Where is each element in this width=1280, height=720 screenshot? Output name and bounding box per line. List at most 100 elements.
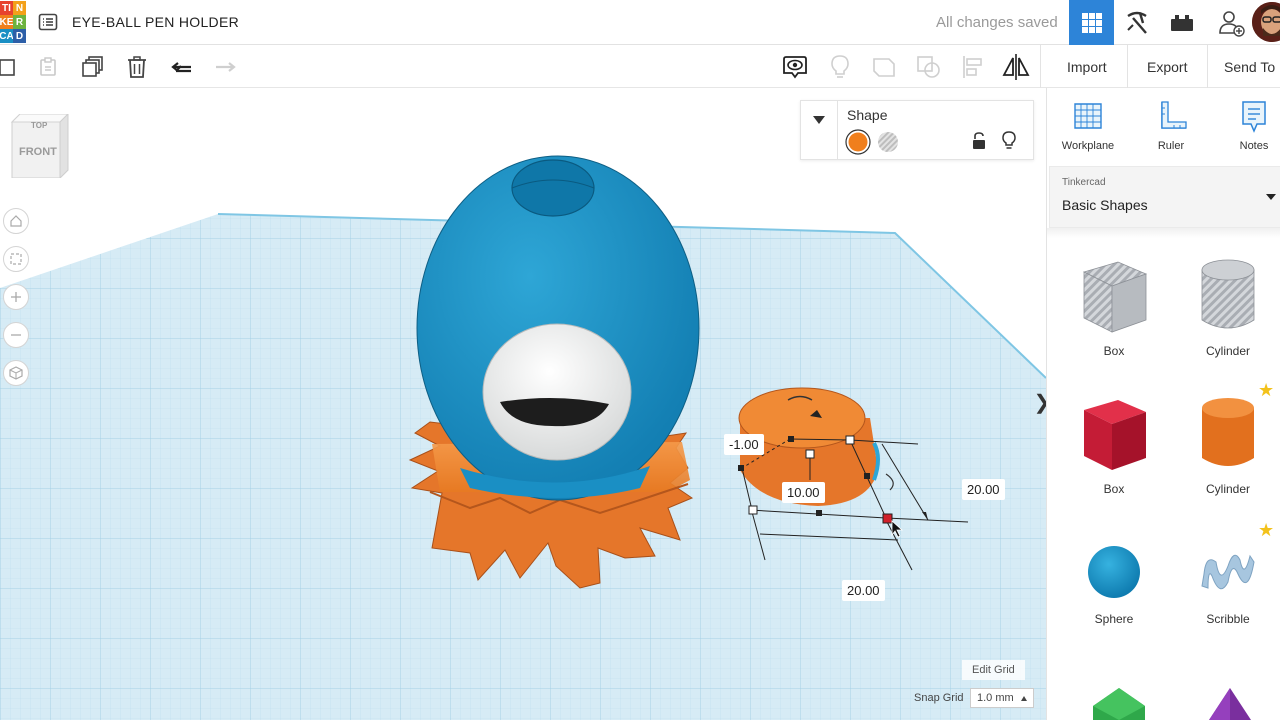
- save-status: All changes saved: [936, 14, 1058, 31]
- workplane-scene[interactable]: [0, 88, 1046, 720]
- favorite-star-icon[interactable]: ★: [1258, 380, 1274, 401]
- part-label: Cylinder: [1205, 344, 1250, 358]
- notes-icon: [1242, 101, 1266, 133]
- lock-icon[interactable]: [971, 131, 987, 151]
- mirror-icon[interactable]: [1001, 52, 1031, 82]
- hole-box-icon: [1082, 261, 1148, 333]
- elevation-dimension[interactable]: -1.00: [724, 434, 764, 455]
- collapse-panel-chevron-icon[interactable]: ❯: [1034, 384, 1046, 420]
- logo-cell: TI: [0, 1, 13, 15]
- scribble-icon: [1201, 554, 1255, 590]
- white-eye-shape[interactable]: [482, 323, 632, 461]
- edit-toolbar: Import Export Send To: [0, 45, 1280, 88]
- design-viewport[interactable]: TOP FRONT Shape -1.00 10.00 20.00 20.00 …: [0, 88, 1046, 720]
- show-hide-icon[interactable]: [780, 52, 810, 82]
- notes-label: Notes: [1239, 140, 1269, 152]
- import-button[interactable]: Import: [1067, 45, 1107, 88]
- copy-icon[interactable]: [0, 52, 22, 82]
- library-provider: Tinkercad: [1062, 177, 1106, 188]
- duplicate-icon[interactable]: [78, 52, 108, 82]
- caret-up-icon: [1021, 696, 1027, 701]
- paste-icon[interactable]: [33, 52, 63, 82]
- part-label: Cylinder: [1205, 482, 1250, 496]
- pyramid-shape-icon[interactable]: [1205, 686, 1255, 720]
- align-icon[interactable]: [958, 52, 988, 82]
- hole-button[interactable]: [877, 131, 899, 153]
- top-bar: TI N KE R CA D EYE-BALL PEN HOLDER All c…: [0, 0, 1280, 45]
- ruler-button[interactable]: Ruler: [1136, 100, 1206, 152]
- delete-icon[interactable]: [122, 52, 152, 82]
- workplane-label: Workplane: [1061, 140, 1115, 152]
- snap-grid-select[interactable]: 1.0 mm: [970, 688, 1034, 708]
- fit-view-icon[interactable]: [3, 246, 29, 272]
- shape-inspector: Shape: [800, 100, 1034, 160]
- notes-button[interactable]: Notes: [1219, 100, 1280, 152]
- toolbar-divider: [1207, 45, 1208, 88]
- hole-cylinder-icon: [1201, 259, 1255, 329]
- favorite-star-icon[interactable]: ★: [1258, 520, 1274, 541]
- lightbulb-icon[interactable]: [825, 52, 855, 82]
- logo-cell: D: [13, 29, 26, 43]
- snap-grid-value: 1.0 mm: [977, 692, 1014, 704]
- add-user-icon[interactable]: [1208, 0, 1253, 45]
- part-cylinder[interactable]: Cylinder: [1183, 394, 1273, 496]
- shape-inspector-title: Shape: [847, 107, 888, 123]
- redo-icon[interactable]: [210, 52, 240, 82]
- workplane-button[interactable]: Workplane: [1053, 100, 1123, 152]
- edit-grid-button[interactable]: Edit Grid: [962, 660, 1025, 680]
- part-sphere[interactable]: Sphere: [1069, 540, 1159, 626]
- cylinder-icon: [1202, 398, 1254, 466]
- logo-cell: CA: [0, 29, 14, 43]
- group-icon[interactable]: [869, 52, 899, 82]
- view-cube[interactable]: TOP FRONT: [10, 112, 70, 180]
- panel-shadow: [1047, 228, 1280, 238]
- document-title[interactable]: EYE-BALL PEN HOLDER: [72, 14, 239, 30]
- send-to-button[interactable]: Send To: [1224, 45, 1275, 88]
- part-scribble[interactable]: Scribble: [1183, 540, 1273, 626]
- 3d-design-grid-icon[interactable]: [1069, 0, 1114, 45]
- undo-icon[interactable]: [167, 52, 197, 82]
- export-button[interactable]: Export: [1147, 45, 1187, 88]
- lightbulb-icon[interactable]: [1001, 130, 1017, 152]
- part-label: Scribble: [1206, 612, 1250, 626]
- roof-shape-icon[interactable]: [1089, 686, 1149, 720]
- zoom-out-icon[interactable]: [3, 322, 29, 348]
- ungroup-icon[interactable]: [914, 52, 944, 82]
- ruler-label: Ruler: [1157, 140, 1185, 152]
- shape-library-select[interactable]: Tinkercad Basic Shapes: [1049, 166, 1280, 228]
- design-list-icon[interactable]: [38, 12, 58, 32]
- logo-cell: R: [13, 15, 26, 29]
- part-box-hole[interactable]: Box: [1069, 256, 1159, 358]
- part-cylinder-hole[interactable]: Cylinder: [1183, 256, 1273, 358]
- avatar[interactable]: [1252, 2, 1280, 42]
- codeblocks-pickaxe-icon[interactable]: [1114, 0, 1159, 45]
- library-name: Basic Shapes: [1062, 197, 1148, 213]
- zoom-in-icon[interactable]: [3, 284, 29, 310]
- view-cube-front-label[interactable]: FRONT: [19, 146, 57, 158]
- length-dimension[interactable]: 20.00: [842, 580, 885, 601]
- home-view-icon[interactable]: [3, 208, 29, 234]
- logo-cell: KE: [0, 15, 14, 29]
- part-label: Box: [1103, 482, 1125, 496]
- perspective-icon[interactable]: [3, 360, 29, 386]
- shapes-panel: Workplane Ruler Notes Tinkercad Basic Sh…: [1046, 88, 1280, 720]
- collapse-caret-icon[interactable]: [812, 115, 826, 125]
- part-label: Box: [1103, 344, 1125, 358]
- chevron-down-icon: [1266, 194, 1276, 200]
- sphere-icon: [1088, 546, 1140, 598]
- tinkercad-logo[interactable]: TI N KE R CA D: [0, 0, 26, 44]
- logo-cell: N: [13, 1, 26, 15]
- workplane-icon: [1074, 103, 1102, 129]
- width-dimension[interactable]: 20.00: [962, 479, 1005, 500]
- view-cube-top-label[interactable]: TOP: [31, 121, 47, 130]
- height-dimension[interactable]: 10.00: [782, 482, 825, 503]
- panel-divider: [837, 101, 838, 159]
- ruler-icon: [1161, 101, 1187, 129]
- box-icon: [1084, 400, 1146, 470]
- part-box[interactable]: Box: [1069, 394, 1159, 496]
- lego-brick-icon[interactable]: [1159, 0, 1204, 45]
- solid-color-button[interactable]: [845, 129, 871, 155]
- part-label: Sphere: [1094, 612, 1134, 626]
- toolbar-divider: [1040, 45, 1041, 88]
- snap-grid-label: Snap Grid: [914, 692, 964, 704]
